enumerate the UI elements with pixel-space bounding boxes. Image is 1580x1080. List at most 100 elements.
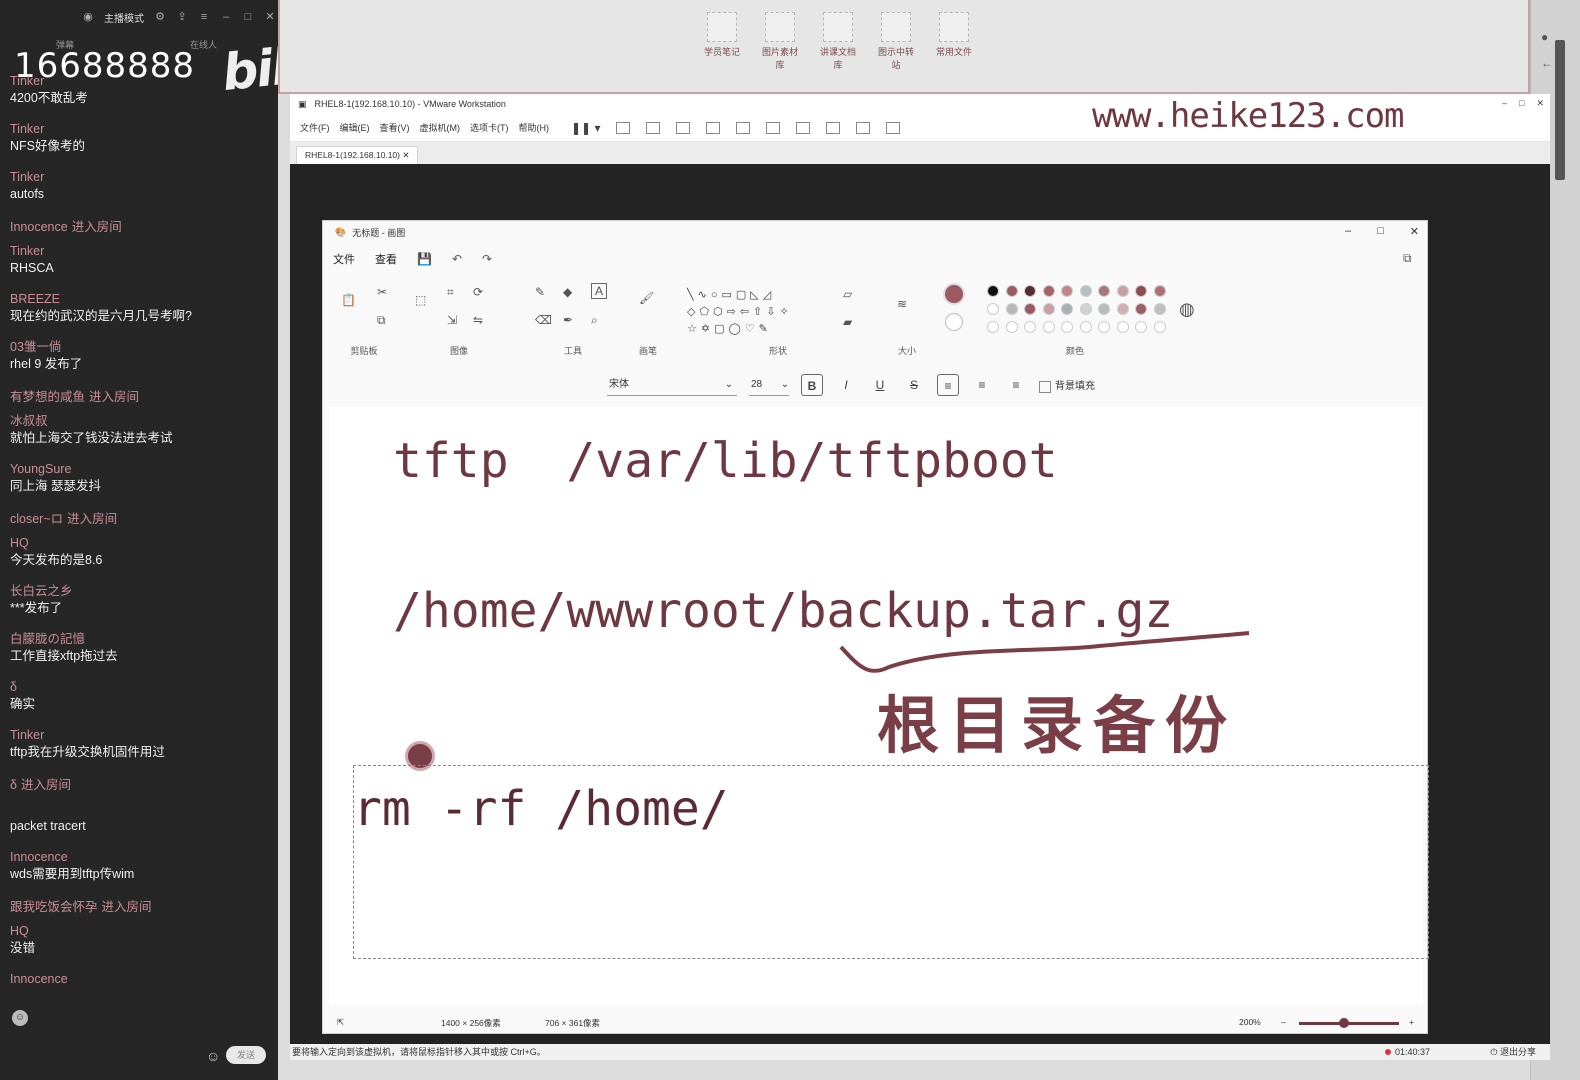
chat-username[interactable]: HQ xyxy=(10,536,275,552)
send-ctrl-alt-del-icon[interactable] xyxy=(616,121,631,134)
chat-username[interactable]: Innocence xyxy=(10,972,275,988)
chat-username[interactable]: Tinker xyxy=(10,244,275,260)
chat-username[interactable]: HQ xyxy=(10,924,275,940)
desktop-shortcut[interactable]: 常用文件 xyxy=(932,12,976,71)
zoom-out-icon[interactable]: – xyxy=(1281,1017,1286,1027)
chat-username[interactable]: YoungSure xyxy=(10,462,275,478)
snapshot-manager-icon[interactable] xyxy=(706,121,721,134)
chat-username[interactable]: δ xyxy=(10,778,17,792)
chat-username[interactable]: Tinker xyxy=(10,122,275,138)
undo-icon[interactable]: ↶ xyxy=(452,252,462,266)
desktop-shortcut[interactable]: 图片素材库 xyxy=(758,12,802,71)
shape-fill-icon[interactable]: ▰ xyxy=(843,315,852,329)
paint-canvas[interactable]: tftp /var/lib/tftpboot /home/wwwroot/bac… xyxy=(329,407,1429,1005)
fill-icon[interactable]: ◆ xyxy=(563,285,572,299)
minimize-icon[interactable]: – xyxy=(220,11,232,23)
redo-icon[interactable]: ↷ xyxy=(482,252,492,266)
underline-button[interactable]: U xyxy=(869,374,891,396)
chat-username[interactable]: δ xyxy=(10,680,275,696)
thumbnail-view-icon[interactable] xyxy=(766,121,781,134)
pause-icon[interactable]: ❚❚ ▾ xyxy=(571,121,600,135)
outline-icon[interactable]: ▱ xyxy=(843,287,852,301)
chat-username[interactable]: Tinker xyxy=(10,170,275,186)
align-center-button[interactable]: ≡ xyxy=(971,374,993,396)
eraser-icon[interactable]: ⌫ xyxy=(535,313,552,327)
background-fill-toggle[interactable]: 背景填充 xyxy=(1039,377,1095,393)
checkbox[interactable] xyxy=(1039,380,1051,393)
chat-username[interactable]: 长白云之乡 xyxy=(10,584,275,600)
console-icon[interactable] xyxy=(856,121,871,134)
menu-edit[interactable]: 编辑(E) xyxy=(340,121,370,134)
flip-icon[interactable]: ⇋ xyxy=(473,313,483,327)
fullscreen-icon[interactable] xyxy=(796,121,811,134)
back-arrow-icon[interactable]: ← xyxy=(1541,56,1553,70)
align-left-button[interactable]: ≡ xyxy=(937,374,959,396)
minimize-icon[interactable]: – xyxy=(1502,98,1507,109)
primary-color[interactable] xyxy=(943,283,965,305)
settings-icon[interactable]: ⚙ xyxy=(154,11,166,23)
menu-vm[interactable]: 虚拟机(M) xyxy=(420,121,461,134)
stretch-icon[interactable] xyxy=(886,121,901,134)
avatar-icon[interactable]: ● xyxy=(1541,30,1548,44)
desktop-shortcut[interactable]: 图示中转站 xyxy=(874,12,918,71)
minimize-icon[interactable]: – xyxy=(1345,225,1351,238)
share-icon[interactable]: ⇪ xyxy=(176,11,188,23)
chat-username[interactable]: 白朦胧の記憶 xyxy=(10,632,275,648)
pencil-icon[interactable]: ✎ xyxy=(535,285,545,299)
chat-username[interactable]: 冰叔叔 xyxy=(10,414,275,430)
send-button[interactable]: 发送 xyxy=(226,1046,266,1064)
cut-icon[interactable]: ✂ xyxy=(377,285,387,299)
font-size-select[interactable]: 28 ⌄ xyxy=(749,374,789,396)
zoom-in-icon[interactable]: + xyxy=(1409,1017,1414,1027)
italic-button[interactable]: I xyxy=(835,374,857,396)
crop-icon[interactable]: ⌗ xyxy=(447,285,454,300)
font-family-select[interactable]: 宋体 ⌄ xyxy=(607,374,737,396)
close-tab-icon[interactable]: ✕ xyxy=(402,150,409,160)
end-share-button[interactable]: ⏻ 退出分享 xyxy=(1490,1044,1536,1060)
desktop-shortcut[interactable]: 讲课文档库 xyxy=(816,12,860,71)
unity-icon[interactable] xyxy=(826,121,841,134)
paste-icon[interactable]: 📋 xyxy=(341,293,356,307)
chat-username[interactable]: BREEZE xyxy=(10,292,275,308)
menu-view[interactable]: 查看(V) xyxy=(380,121,410,134)
tab-vm[interactable]: RHEL8-1(192.168.10.10) ✕ xyxy=(296,146,419,164)
secondary-color[interactable] xyxy=(945,313,963,331)
snapshot-icon[interactable] xyxy=(646,121,661,134)
layers-icon[interactable]: ⧉ xyxy=(1403,251,1412,266)
chat-username[interactable]: 有梦想的咸鱼 xyxy=(10,390,85,404)
align-right-button[interactable]: ≡ xyxy=(1005,374,1027,396)
chat-username[interactable]: Innocence xyxy=(10,220,68,234)
chat-username[interactable]: 跟我吃饭会怀孕 xyxy=(10,900,98,914)
desktop-shortcut[interactable]: 学员笔记 xyxy=(700,12,744,71)
resize-icon[interactable]: ⇲ xyxy=(447,313,457,327)
emoji-icon[interactable]: ☺ xyxy=(12,1010,28,1026)
zoom-slider-handle[interactable] xyxy=(1339,1018,1349,1028)
edit-colors-icon[interactable]: ◍ xyxy=(1179,299,1195,320)
chat-username[interactable]: 03雏一倘 xyxy=(10,340,275,356)
revert-snapshot-icon[interactable] xyxy=(676,121,691,134)
maximize-icon[interactable]: □ xyxy=(1519,98,1524,109)
library-view-icon[interactable] xyxy=(736,121,751,134)
menu-file[interactable]: 文件(F) xyxy=(300,121,330,134)
menu-icon[interactable]: ≡ xyxy=(198,11,210,23)
chat-username[interactable] xyxy=(10,802,275,818)
shapes-gallery[interactable]: ╲∿○▭▢◺◿ ◇⬠⬡⇨⇦⇧⇩✧ ☆✡▢◯♡✎ xyxy=(687,287,821,338)
maximize-icon[interactable]: □ xyxy=(1377,225,1384,238)
line-width-icon[interactable]: ≋ xyxy=(897,297,907,311)
select-icon[interactable]: ⬚ xyxy=(415,293,426,307)
maximize-icon[interactable]: □ xyxy=(242,11,254,23)
chat-username[interactable]: Tinker xyxy=(10,74,275,90)
rotate-icon[interactable]: ⟳ xyxy=(473,285,483,299)
chat-username[interactable]: closer~ロ xyxy=(10,512,63,526)
menu-tabs[interactable]: 选项卡(T) xyxy=(470,121,509,134)
magnifier-icon[interactable]: ⌕ xyxy=(591,313,598,328)
chat-username[interactable]: Innocence xyxy=(10,850,275,866)
close-icon[interactable]: ✕ xyxy=(264,11,276,23)
save-icon[interactable]: 💾 xyxy=(417,252,432,266)
menu-help[interactable]: 帮助(H) xyxy=(519,121,550,134)
strikethrough-button[interactable]: S xyxy=(903,374,925,396)
brush-icon[interactable]: 🖌 xyxy=(639,291,654,305)
chat-username[interactable]: Tinker xyxy=(10,728,275,744)
text-icon[interactable]: A xyxy=(591,283,608,299)
close-icon[interactable]: ✕ xyxy=(1410,225,1419,238)
